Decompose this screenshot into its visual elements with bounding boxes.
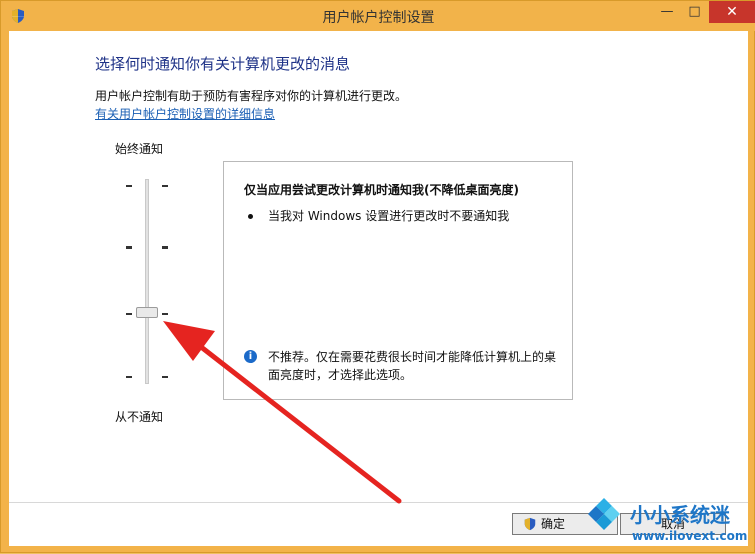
setting-warning: 不推荐。仅在需要花费很长时间才能降低计算机上的桌面亮度时，才选择此选项。 xyxy=(268,350,557,382)
details-link[interactable]: 有关用户帐户控制设置的详细信息 xyxy=(95,105,275,122)
watermark-url: www.ilovext.com xyxy=(632,529,748,543)
bullet-icon xyxy=(248,214,253,219)
slider-tick xyxy=(126,246,132,249)
window-title: 用户帐户控制设置 xyxy=(322,10,435,26)
page-heading: 选择何时通知你有关计算机更改的消息 xyxy=(95,55,351,73)
close-button[interactable]: ✕ xyxy=(709,1,755,23)
slider-tick xyxy=(162,246,168,249)
site-watermark: 小小系统迷 www.ilovext.com xyxy=(577,495,755,554)
slider-tick xyxy=(162,313,168,315)
slider-top-label: 始终通知 xyxy=(115,142,164,156)
ok-button-label: 确定 xyxy=(541,517,566,531)
page-description: 用户帐户控制有助于预防有害程序对你的计算机进行更改。 xyxy=(95,89,408,103)
slider-tick xyxy=(126,185,132,187)
uac-shield-icon xyxy=(524,517,536,531)
notification-slider-thumb[interactable] xyxy=(136,307,158,318)
info-icon: i xyxy=(244,350,257,363)
slider-bottom-label: 从不通知 xyxy=(115,410,164,424)
slider-tick xyxy=(126,313,132,315)
setting-bullet: 当我对 Windows 设置进行更改时不要通知我 xyxy=(268,209,510,223)
minimize-button[interactable]: — xyxy=(654,1,680,23)
maximize-button[interactable]: □ xyxy=(681,1,708,23)
slider-tick xyxy=(126,376,132,378)
content-area: 选择何时通知你有关计算机更改的消息 用户帐户控制有助于预防有害程序对你的计算机进… xyxy=(9,31,748,546)
setting-description-panel: 仅当应用尝试更改计算机时通知我(不降低桌面亮度) 当我对 Windows 设置进… xyxy=(223,161,573,400)
title-bar[interactable]: 用户帐户控制设置 — □ ✕ xyxy=(1,1,755,31)
setting-title: 仅当应用尝试更改计算机时通知我(不降低桌面亮度) xyxy=(244,183,519,197)
watermark-logo-icon xyxy=(588,498,620,530)
uac-settings-window: 用户帐户控制设置 — □ ✕ 选择何时通知你有关计算机更改的消息 用户帐户控制有… xyxy=(0,0,755,553)
slider-tick xyxy=(162,185,168,187)
notification-slider-track[interactable] xyxy=(145,179,149,384)
slider-tick xyxy=(162,376,168,378)
watermark-name: 小小系统迷 xyxy=(630,503,730,527)
